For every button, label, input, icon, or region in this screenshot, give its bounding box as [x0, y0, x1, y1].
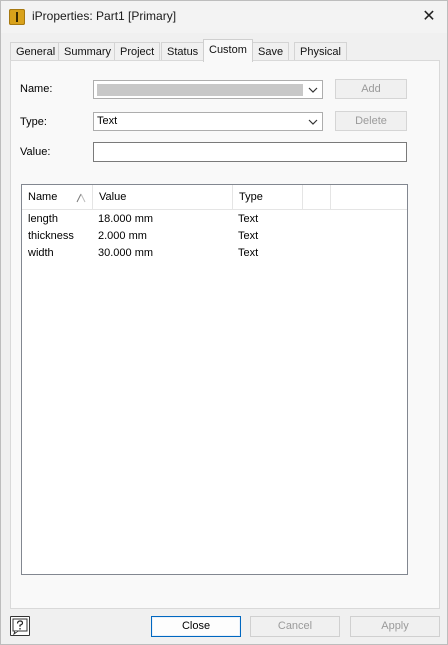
row-type: Text: [238, 213, 259, 225]
row-type: Text: [238, 230, 259, 242]
row-value: 30.000 mm: [98, 247, 154, 259]
name-combo-selection: [97, 84, 303, 96]
row-name: thickness: [28, 230, 74, 242]
table-row[interactable]: width 30.000 mm Text: [22, 245, 407, 262]
type-combo-value: Text: [97, 115, 118, 127]
delete-button[interactable]: Delete: [335, 111, 407, 131]
close-button[interactable]: Close: [151, 616, 241, 637]
chevron-down-icon: [308, 119, 318, 125]
column-header-name[interactable]: Name: [22, 185, 93, 209]
inventor-app-icon: [9, 9, 25, 25]
tab-status[interactable]: Status: [161, 42, 205, 61]
close-icon[interactable]: ✕: [417, 5, 441, 29]
sort-icon: [76, 193, 86, 203]
tab-custom[interactable]: Custom: [203, 39, 253, 62]
title-bar: iProperties: Part1 [Primary] ✕: [1, 1, 447, 33]
type-label: Type:: [20, 116, 47, 128]
row-type: Text: [238, 247, 259, 259]
properties-list[interactable]: Name Value Type length 18.000 mm Text th…: [21, 184, 408, 575]
add-button[interactable]: Add: [335, 79, 407, 99]
column-header-name-label: Name: [28, 191, 58, 203]
row-name: width: [28, 247, 54, 259]
iproperties-dialog: iProperties: Part1 [Primary] ✕ General S…: [0, 0, 448, 645]
table-row[interactable]: length 18.000 mm Text: [22, 211, 407, 228]
cancel-button[interactable]: Cancel: [250, 616, 340, 637]
column-header-extra[interactable]: [303, 185, 331, 209]
window-title: iProperties: Part1 [Primary]: [32, 9, 177, 23]
row-name: length: [28, 213, 58, 225]
tab-save[interactable]: Save: [252, 42, 290, 61]
custom-panel: Name: Add Type: Text Delete Value: Name: [10, 60, 440, 609]
tab-summary[interactable]: Summary: [58, 42, 118, 61]
help-button[interactable]: [10, 616, 30, 636]
tab-strip: General Summary Project Status Custom Sa…: [10, 39, 438, 62]
value-input[interactable]: [93, 142, 407, 162]
tab-physical[interactable]: Physical: [294, 42, 347, 61]
column-header-value[interactable]: Value: [93, 185, 233, 209]
tab-general[interactable]: General: [10, 42, 62, 61]
value-label: Value:: [20, 146, 51, 158]
list-header: Name Value Type: [22, 185, 407, 210]
chevron-down-icon: [308, 87, 318, 93]
column-header-type[interactable]: Type: [233, 185, 303, 209]
table-row[interactable]: thickness 2.000 mm Text: [22, 228, 407, 245]
apply-button[interactable]: Apply: [350, 616, 440, 637]
tab-project[interactable]: Project: [114, 42, 161, 61]
type-combo[interactable]: Text: [93, 112, 323, 131]
row-value: 18.000 mm: [98, 213, 154, 225]
name-label: Name:: [20, 83, 53, 95]
name-combo[interactable]: [93, 80, 323, 99]
help-icon: [12, 618, 28, 636]
row-value: 2.000 mm: [98, 230, 147, 242]
